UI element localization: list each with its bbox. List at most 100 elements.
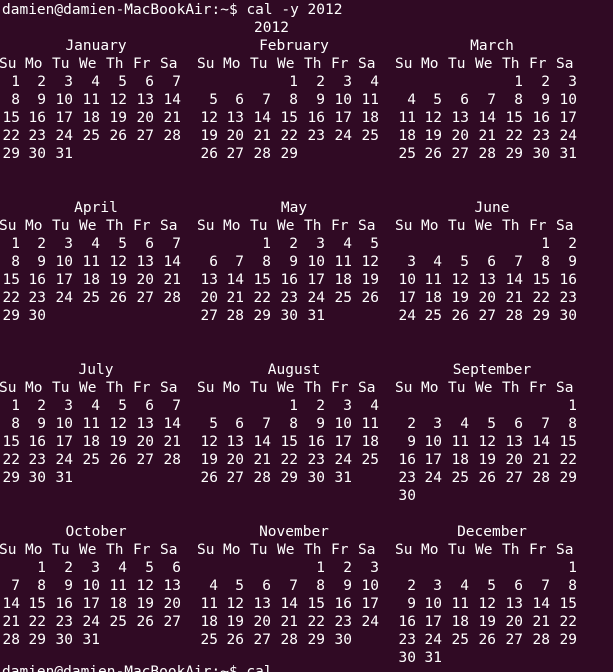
- weekday-header: Su Mo Tu We Th Fr Sa: [0, 217, 197, 235]
- weekday-label: Fr: [331, 380, 349, 396]
- day-number: 14: [532, 434, 550, 450]
- weekday-header: Su Mo Tu We Th Fr Sa: [395, 217, 593, 235]
- terminal-window[interactable]: damien@damien-MacBookAir:~$ cal -y 2012 …: [0, 0, 613, 672]
- week-row: 5 6 7 8 9 10 11: [199, 415, 395, 433]
- day-number: 26: [109, 128, 127, 144]
- day-number: 23: [334, 614, 352, 630]
- day-number: 2: [37, 74, 46, 90]
- weekday-label: Th: [106, 218, 124, 234]
- week-row: 26 27 28 29: [199, 145, 395, 163]
- day-number: 29: [2, 308, 20, 324]
- day-number: 5: [118, 398, 127, 414]
- week-row: 1 2 3 4 5 6: [1, 559, 197, 577]
- day-number: 15: [28, 596, 46, 612]
- weekday-label: Mo: [223, 542, 241, 558]
- week-row: 8 9 10 11 12 13 14: [1, 91, 197, 109]
- day-number: 13: [253, 596, 271, 612]
- day-number: 30: [28, 470, 46, 486]
- day-number: 4: [343, 236, 352, 252]
- week-row: 25 26 27 28 29 30: [199, 631, 395, 649]
- month-september: September Su Mo Tu We Th Fr Sa 1 2 3 4 5 6 7 8 9 10 11 12 13…: [395, 361, 593, 523]
- weekday-label: Th: [304, 218, 322, 234]
- day-number: 28: [2, 632, 20, 648]
- weekday-label: Tu: [250, 542, 268, 558]
- day-number: 9: [541, 92, 550, 108]
- day-number: 3: [91, 560, 100, 576]
- month-title: October: [65, 524, 127, 540]
- day-number: 8: [289, 92, 298, 108]
- day-number: 28: [532, 632, 550, 648]
- day-number: 1: [568, 398, 577, 414]
- weekday-label: Fr: [529, 56, 547, 72]
- day-number: 3: [407, 254, 416, 270]
- day-number: 21: [253, 452, 271, 468]
- week-row: 1 2 3 4 5 6 7: [1, 73, 197, 91]
- weekday-label: Su: [0, 56, 17, 72]
- month-june: June Su Mo Tu We Th Fr Sa 1 2 3 4 5 6 7 8 9 10 11 12 13 14 15 1…: [395, 199, 593, 361]
- weekday-label: Su: [0, 380, 17, 396]
- day-number: 1: [316, 560, 325, 576]
- day-number: 7: [262, 92, 271, 108]
- weekday-label: Th: [106, 380, 124, 396]
- day-number: 15: [253, 272, 271, 288]
- day-number: 18: [451, 614, 469, 630]
- day-number: 27: [136, 452, 154, 468]
- day-number: 31: [559, 146, 577, 162]
- day-number: 19: [478, 452, 496, 468]
- day-number: 19: [109, 110, 127, 126]
- day-number: 20: [226, 128, 244, 144]
- month-december: December Su Mo Tu We Th Fr Sa 1 2 3 4 5 6 7 8 9 10 11 12 13 1…: [395, 523, 593, 672]
- day-number: 9: [343, 578, 352, 594]
- weekday-label: Tu: [448, 56, 466, 72]
- day-number: 1: [262, 236, 271, 252]
- day-number: 28: [163, 128, 181, 144]
- day-number: 2: [407, 416, 416, 432]
- weekday-label: Fr: [133, 542, 151, 558]
- day-number: 3: [433, 578, 442, 594]
- day-number: 23: [307, 452, 325, 468]
- day-number: 19: [226, 614, 244, 630]
- weekday-label: We: [277, 380, 295, 396]
- day-number: 16: [55, 596, 73, 612]
- day-number: 3: [343, 74, 352, 90]
- day-number: 27: [505, 632, 523, 648]
- week-row: 25 26 27 28 29 30 31: [397, 145, 593, 163]
- day-number: 11: [82, 416, 100, 432]
- day-number: 30: [28, 146, 46, 162]
- day-number: 12: [361, 254, 379, 270]
- command-line: damien@damien-MacBookAir:~$ cal -y 2012: [2, 1, 342, 19]
- day-number: 4: [433, 254, 442, 270]
- month-title: May: [280, 200, 308, 216]
- day-number: 14: [163, 254, 181, 270]
- day-number: 15: [2, 110, 20, 126]
- week-row: 2 3 4 5 6 7 8: [397, 415, 593, 433]
- day-number: 29: [280, 470, 298, 486]
- day-number: 19: [109, 434, 127, 450]
- weekday-label: Th: [502, 380, 520, 396]
- day-number: 1: [11, 236, 20, 252]
- day-number: 21: [163, 434, 181, 450]
- day-number: 1: [289, 74, 298, 90]
- day-number: 8: [316, 578, 325, 594]
- weekday-label: Su: [0, 218, 17, 234]
- day-number: 17: [55, 272, 73, 288]
- month-october: October Su Mo Tu We Th Fr Sa 1 2 3 4 5 6 7 8 9 10 11 12 13 14…: [0, 523, 197, 672]
- week-row: 1 2 3: [199, 559, 395, 577]
- day-number: 21: [226, 290, 244, 306]
- day-number: 22: [559, 614, 577, 630]
- month-july: July Su Mo Tu We Th Fr Sa 1 2 3 4 5 6 7 8 9 10 11 12 13 14 15 1…: [0, 361, 197, 523]
- day-number: 19: [136, 596, 154, 612]
- day-number: 8: [37, 578, 46, 594]
- day-number: 24: [82, 614, 100, 630]
- day-number: 23: [307, 128, 325, 144]
- weekday-label: Mo: [25, 380, 43, 396]
- day-number: 18: [398, 128, 416, 144]
- day-number: 10: [55, 416, 73, 432]
- day-number: 27: [253, 632, 271, 648]
- day-number: 10: [55, 254, 73, 270]
- day-number: 23: [28, 128, 46, 144]
- day-number: 7: [514, 254, 523, 270]
- day-number: 5: [209, 92, 218, 108]
- day-number: 19: [451, 290, 469, 306]
- day-number: 12: [136, 578, 154, 594]
